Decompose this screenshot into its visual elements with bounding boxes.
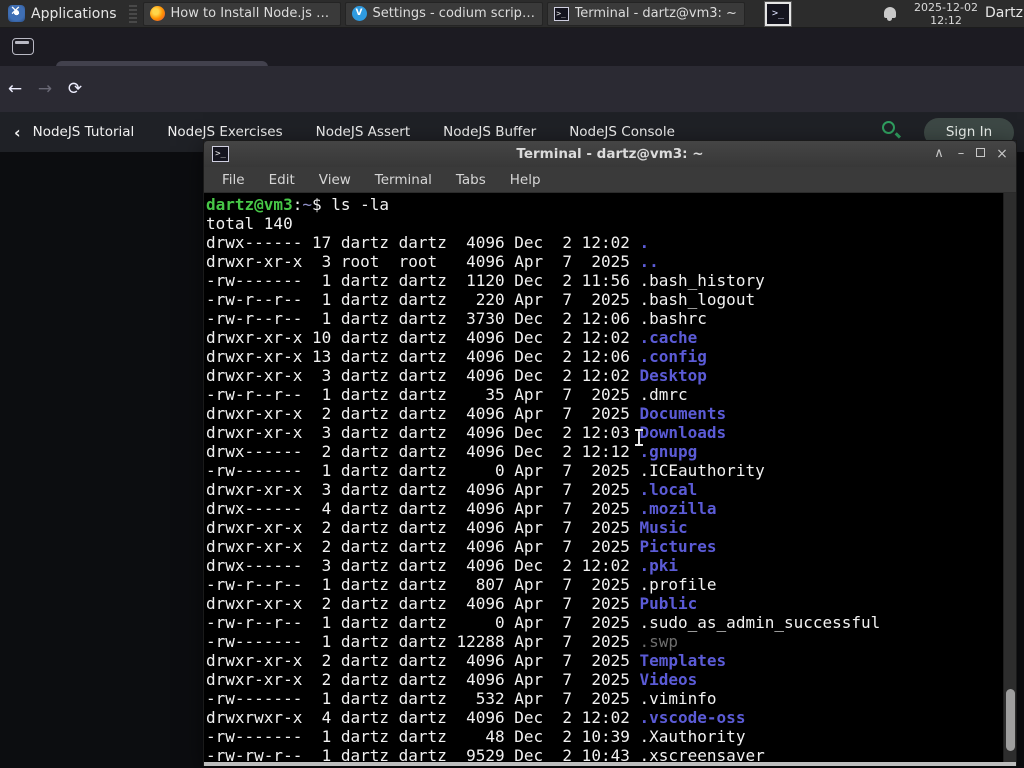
terminal-menu-terminal[interactable]: Terminal <box>365 169 442 191</box>
terminal-title: Terminal - dartz@vm3: ~ <box>516 146 704 162</box>
panel-separator <box>128 4 137 23</box>
mouse-cursor-ibeam <box>633 429 645 446</box>
terminal-close-button[interactable]: × <box>991 141 1013 167</box>
terminal-resize-edge[interactable] <box>204 762 1016 766</box>
terminal-scrollbar[interactable] <box>1003 193 1016 762</box>
terminal-maximize-button[interactable] <box>969 141 991 167</box>
applications-label: Applications <box>31 5 117 22</box>
terminal-scrollbar-thumb[interactable] <box>1006 689 1015 751</box>
terminal-shade-button[interactable]: ∧ <box>928 141 950 167</box>
subnav-item-nodejs-console[interactable]: NodeJS Console <box>569 124 675 140</box>
site-search-icon[interactable] <box>882 121 895 134</box>
firefox-tab-bar: oo How to Install Node.js on × + ∨ – × <box>0 28 1024 90</box>
terminal-menu-bar: File Edit View Terminal Tabs Help <box>204 167 1016 193</box>
subnav-items: NodeJS Tutorial NodeJS Exercises NodeJS As… <box>33 124 705 140</box>
window-button-label: How to Install Node.js o... <box>170 6 334 21</box>
subnav-item-nodejs-tutorial[interactable]: NodeJS Tutorial <box>33 124 135 140</box>
reload-button[interactable]: ⟳ <box>60 79 90 99</box>
forward-button[interactable]: → <box>30 79 60 99</box>
terminal-menu-edit[interactable]: Edit <box>259 169 305 191</box>
terminal-window-icon: >_ <box>212 146 229 162</box>
firefox-view-icon[interactable] <box>12 38 34 55</box>
vscodium-icon: V <box>351 6 367 21</box>
applications-menu-button[interactable]: Applications <box>0 0 125 28</box>
subnav-item-nodejs-exercises[interactable]: NodeJS Exercises <box>167 124 282 140</box>
firefox-icon <box>149 6 165 21</box>
panel-clock[interactable]: 2025-12-02 12:12 <box>913 1 979 27</box>
desktop-panel: Applications How to Install Node.js o...… <box>0 0 1024 28</box>
terminal-window: >_ Terminal - dartz@vm3: ~ ∧ – × File Edi… <box>203 140 1017 766</box>
user-actions-button[interactable]: Dartz <box>985 5 1023 21</box>
notification-bell-icon[interactable] <box>884 7 896 21</box>
terminal-menu-view[interactable]: View <box>309 169 361 191</box>
terminal-screen[interactable]: dartz@vm3:~$ ls -la total 140 drwx------… <box>204 193 1016 762</box>
window-button-firefox[interactable]: How to Install Node.js o... <box>142 1 341 26</box>
terminal-icon: >_ <box>553 6 569 21</box>
terminal-menu-tabs[interactable]: Tabs <box>446 169 496 191</box>
terminal-output: dartz@vm3:~$ ls -la total 140 drwx------… <box>206 195 881 762</box>
subnav-item-nodejs-buffer[interactable]: NodeJS Buffer <box>443 124 536 140</box>
distro-logo-icon <box>8 4 25 22</box>
window-buttons-area: How to Install Node.js o... V Settings - c… <box>141 1 747 26</box>
terminal-menu-help[interactable]: Help <box>500 169 551 191</box>
terminal-menu-file[interactable]: File <box>212 169 255 191</box>
subnav-scroll-left-icon[interactable]: ‹ <box>14 123 21 142</box>
subnav-item-nodejs-assert[interactable]: NodeJS Assert <box>316 124 411 140</box>
window-button-vscodium[interactable]: V Settings - codium script... <box>344 1 543 26</box>
window-button-terminal[interactable]: >_ Terminal - dartz@vm3: ~ <box>546 1 745 26</box>
window-button-label: Terminal - dartz@vm3: ~ <box>574 6 737 21</box>
clock-time: 12:12 <box>930 14 962 27</box>
firefox-nav-toolbar: ← → ⟳ https://www.geeksforgeeks.org/node… <box>0 66 1024 171</box>
terminal-title-bar[interactable]: >_ Terminal - dartz@vm3: ~ ∧ – × <box>204 141 1016 167</box>
clock-date: 2025-12-02 <box>914 1 978 14</box>
back-button[interactable]: ← <box>0 79 30 99</box>
tray-terminal-icon[interactable]: >_ <box>764 1 792 27</box>
window-button-label: Settings - codium script... <box>372 6 536 21</box>
